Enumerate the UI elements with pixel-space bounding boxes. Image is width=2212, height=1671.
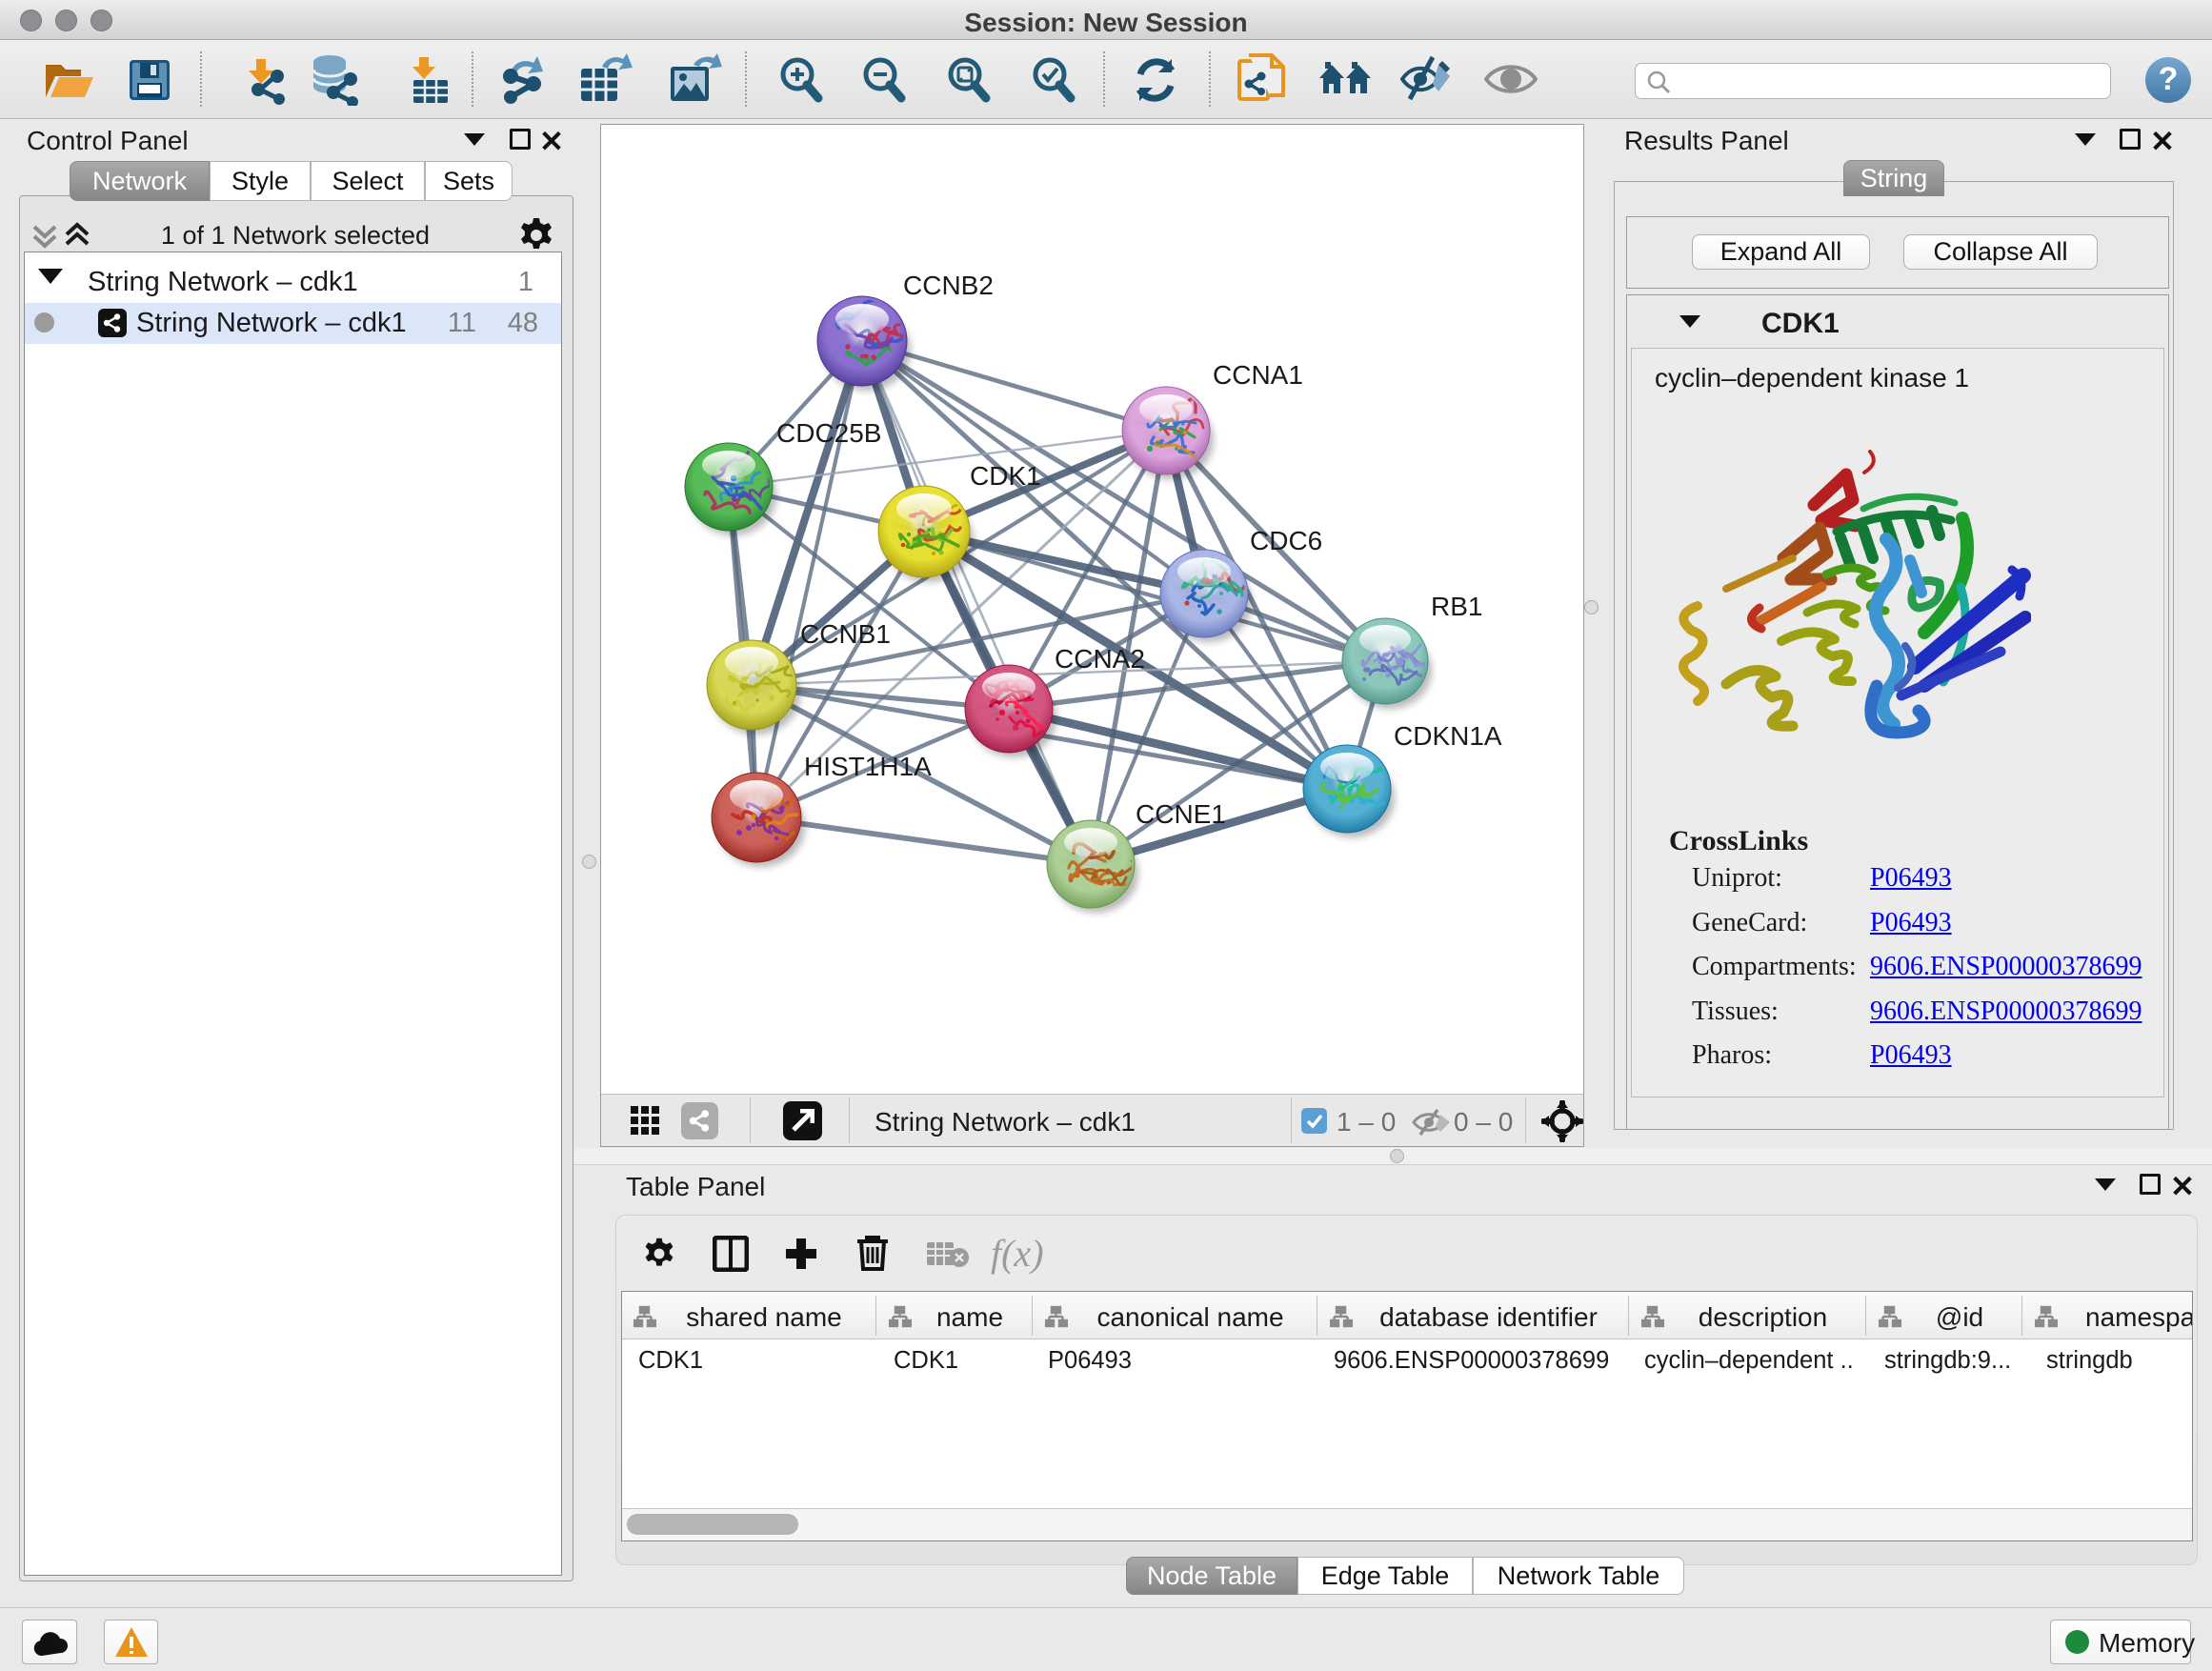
svg-text:CDC25B: CDC25B <box>776 418 881 448</box>
svg-text:CCNA1: CCNA1 <box>1213 360 1303 390</box>
svg-text:CDK1: CDK1 <box>970 461 1041 491</box>
svg-text:CDC6: CDC6 <box>1250 526 1322 555</box>
svg-text:CCNB2: CCNB2 <box>903 271 994 300</box>
svg-text:CDKN1A: CDKN1A <box>1394 721 1502 751</box>
svg-text:CCNB1: CCNB1 <box>800 619 891 649</box>
svg-text:HIST1H1A: HIST1H1A <box>804 752 932 781</box>
svg-text:CCNA2: CCNA2 <box>1055 644 1145 674</box>
svg-text:CCNE1: CCNE1 <box>1136 799 1226 829</box>
svg-text:RB1: RB1 <box>1431 592 1482 621</box>
